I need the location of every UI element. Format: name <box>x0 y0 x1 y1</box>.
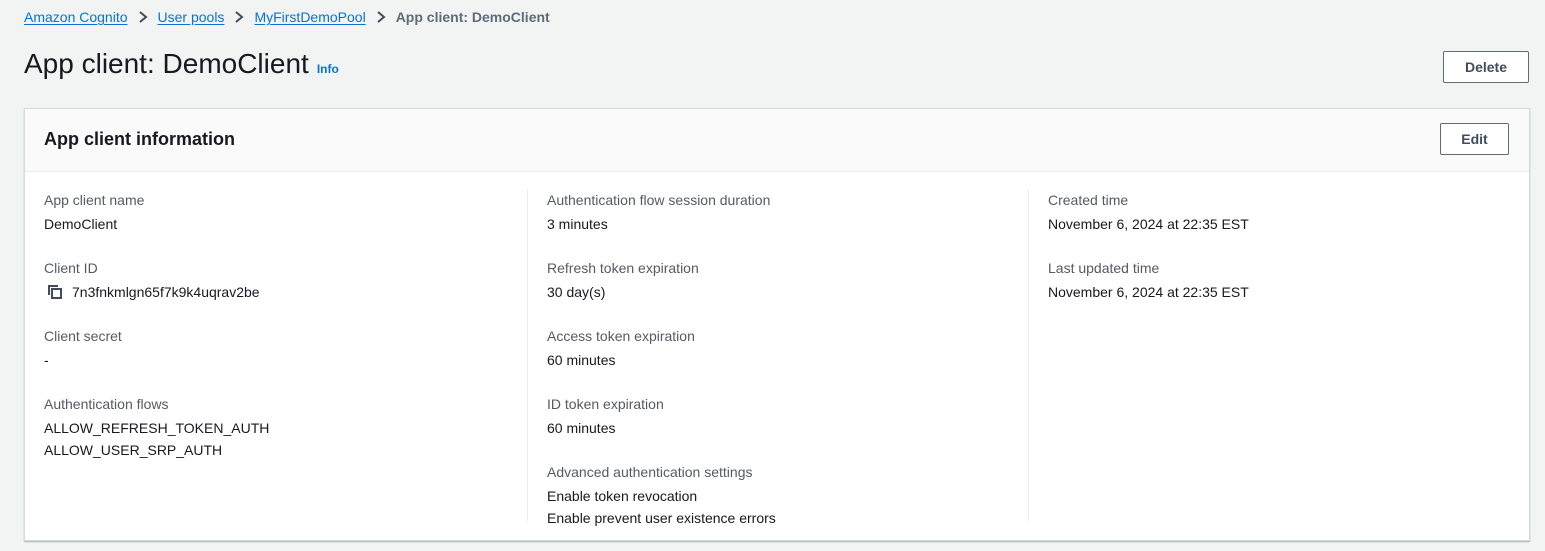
edit-button[interactable]: Edit <box>1440 123 1509 155</box>
field-value: November 6, 2024 at 22:35 EST <box>1048 216 1249 232</box>
field-label: Access token expiration <box>547 328 695 344</box>
chevron-right-icon <box>224 7 254 27</box>
field-value: 60 minutes <box>547 352 616 368</box>
field-auth-flow-session-duration: Authentication flow session duration 3 m… <box>547 189 1027 235</box>
panel-title: App client information <box>44 129 235 149</box>
field-value: ALLOW_USER_SRP_AUTH <box>44 442 223 458</box>
field-value: ALLOW_REFRESH_TOKEN_AUTH <box>44 420 270 436</box>
details-column-1: App client name DemoClient Client ID 7n3… <box>44 189 524 483</box>
field-label: Advanced authentication settings <box>547 464 753 480</box>
column-divider <box>1028 189 1029 521</box>
field-access-token-expiration: Access token expiration 60 minutes <box>547 325 1027 371</box>
delete-button[interactable]: Delete <box>1443 51 1529 83</box>
field-label: Authentication flow session duration <box>547 192 771 208</box>
field-value: November 6, 2024 at 22:35 EST <box>1048 284 1249 300</box>
breadcrumb: Amazon Cognito User pools MyFirstDemoPoo… <box>24 7 550 27</box>
field-value: 30 day(s) <box>547 284 606 300</box>
details-column-2: Authentication flow session duration 3 m… <box>547 189 1027 551</box>
breadcrumb-current: App client: DemoClient <box>395 9 550 25</box>
field-label: App client name <box>44 192 145 208</box>
field-label: Created time <box>1048 192 1129 208</box>
breadcrumb-link-user-pools[interactable]: User pools <box>158 9 225 25</box>
copy-icon[interactable] <box>47 284 63 300</box>
field-last-updated-time: Last updated time November 6, 2024 at 22… <box>1048 257 1528 303</box>
page-title: App client: DemoClient <box>24 48 309 79</box>
field-label: Refresh token expiration <box>547 260 699 276</box>
field-value: 60 minutes <box>547 420 616 436</box>
app-client-information-panel: App client information Edit App client n… <box>24 108 1530 541</box>
column-divider <box>527 189 528 521</box>
breadcrumb-link-amazon-cognito[interactable]: Amazon Cognito <box>24 9 128 25</box>
field-label: ID token expiration <box>547 396 664 412</box>
details-column-3: Created time November 6, 2024 at 22:35 E… <box>1048 189 1528 325</box>
page-header: App client: DemoClient Info <box>24 44 339 84</box>
panel-header: App client information Edit <box>25 109 1529 172</box>
field-value: DemoClient <box>44 216 118 232</box>
field-client-id: Client ID 7n3fnkmlgn65f7k9k4uqrav2be <box>44 257 524 303</box>
chevron-right-icon <box>128 7 158 27</box>
field-app-client-name: App client name DemoClient <box>44 189 524 235</box>
field-id-token-expiration: ID token expiration 60 minutes <box>547 393 1027 439</box>
field-label: Client secret <box>44 328 122 344</box>
breadcrumb-link-user-pool[interactable]: MyFirstDemoPool <box>254 9 365 25</box>
field-value: - <box>44 352 49 368</box>
field-label: Last updated time <box>1048 260 1160 276</box>
field-client-secret: Client secret - <box>44 325 524 371</box>
info-link[interactable]: Info <box>317 62 339 76</box>
field-label: Client ID <box>44 260 98 276</box>
field-advanced-authentication-settings: Advanced authentication settings Enable … <box>547 461 1027 529</box>
client-id-value: 7n3fnkmlgn65f7k9k4uqrav2be <box>72 284 260 300</box>
field-value: 3 minutes <box>547 216 608 232</box>
field-authentication-flows: Authentication flows ALLOW_REFRESH_TOKEN… <box>44 393 524 461</box>
chevron-right-icon <box>366 7 396 27</box>
field-created-time: Created time November 6, 2024 at 22:35 E… <box>1048 189 1528 235</box>
field-refresh-token-expiration: Refresh token expiration 30 day(s) <box>547 257 1027 303</box>
field-value: Enable prevent user existence errors <box>547 510 776 526</box>
field-value: Enable token revocation <box>547 488 698 504</box>
field-label: Authentication flows <box>44 396 169 412</box>
